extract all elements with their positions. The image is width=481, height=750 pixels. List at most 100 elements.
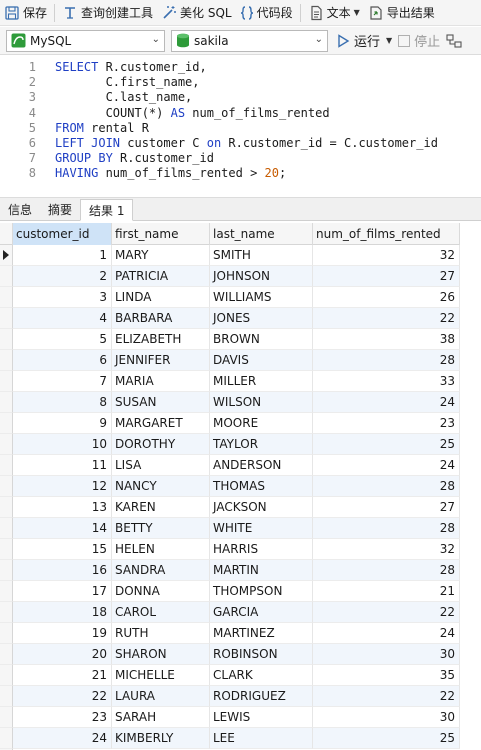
cell-num-of-films-rented[interactable]: 22	[313, 686, 460, 707]
cell-customer-id[interactable]: 16	[13, 560, 112, 581]
table-row[interactable]: 12 NANCY THOMAS 28	[0, 476, 460, 497]
cell-customer-id[interactable]: 22	[13, 686, 112, 707]
row-selector[interactable]	[0, 728, 13, 749]
cell-last-name[interactable]: SMITH	[210, 245, 313, 266]
cell-first-name[interactable]: CAROL	[112, 602, 210, 623]
table-row[interactable]: 20 SHARON ROBINSON 30	[0, 644, 460, 665]
cell-last-name[interactable]: THOMAS	[210, 476, 313, 497]
cell-customer-id[interactable]: 3	[13, 287, 112, 308]
table-row[interactable]: 9 MARGARET MOORE 23	[0, 413, 460, 434]
beautify-sql-button[interactable]: 美化 SQL	[157, 2, 236, 24]
cell-num-of-films-rented[interactable]: 30	[313, 644, 460, 665]
cell-num-of-films-rented[interactable]: 35	[313, 665, 460, 686]
connection-select[interactable]: MySQL ⌄	[6, 29, 165, 52]
cell-last-name[interactable]: JACKSON	[210, 497, 313, 518]
code-line[interactable]: 2 C.first_name,	[0, 75, 481, 90]
row-selector[interactable]	[0, 497, 13, 518]
table-row[interactable]: 8 SUSAN WILSON 24	[0, 392, 460, 413]
row-selector[interactable]	[0, 245, 13, 266]
row-selector[interactable]	[0, 266, 13, 287]
cell-num-of-films-rented[interactable]: 32	[313, 539, 460, 560]
table-row[interactable]: 22 LAURA RODRIGUEZ 22	[0, 686, 460, 707]
cell-num-of-films-rented[interactable]: 22	[313, 602, 460, 623]
row-selector[interactable]	[0, 308, 13, 329]
cell-last-name[interactable]: RODRIGUEZ	[210, 686, 313, 707]
cell-num-of-films-rented[interactable]: 25	[313, 728, 460, 749]
table-row[interactable]: 10 DOROTHY TAYLOR 25	[0, 434, 460, 455]
cell-num-of-films-rented[interactable]: 28	[313, 560, 460, 581]
cell-num-of-films-rented[interactable]: 28	[313, 350, 460, 371]
cell-num-of-films-rented[interactable]: 26	[313, 287, 460, 308]
table-row[interactable]: 2 PATRICIA JOHNSON 27	[0, 266, 460, 287]
row-selector[interactable]	[0, 350, 13, 371]
cell-last-name[interactable]: WHITE	[210, 518, 313, 539]
cell-first-name[interactable]: JENNIFER	[112, 350, 210, 371]
code-line[interactable]: 4 COUNT(*) AS num_of_films_rented	[0, 106, 481, 121]
cell-first-name[interactable]: PATRICIA	[112, 266, 210, 287]
tab-summary[interactable]: 摘要	[40, 198, 80, 220]
table-row[interactable]: 5 ELIZABETH BROWN 38	[0, 329, 460, 350]
cell-last-name[interactable]: MILLER	[210, 371, 313, 392]
cell-last-name[interactable]: TAYLOR	[210, 434, 313, 455]
row-selector[interactable]	[0, 455, 13, 476]
cell-num-of-films-rented[interactable]: 32	[313, 245, 460, 266]
row-selector[interactable]	[0, 644, 13, 665]
cell-num-of-films-rented[interactable]: 30	[313, 707, 460, 728]
table-row[interactable]: 14 BETTY WHITE 28	[0, 518, 460, 539]
cell-first-name[interactable]: LAURA	[112, 686, 210, 707]
table-row[interactable]: 15 HELEN HARRIS 32	[0, 539, 460, 560]
cell-first-name[interactable]: BETTY	[112, 518, 210, 539]
cell-first-name[interactable]: MARIA	[112, 371, 210, 392]
table-row[interactable]: 6 JENNIFER DAVIS 28	[0, 350, 460, 371]
cell-num-of-films-rented[interactable]: 38	[313, 329, 460, 350]
cell-first-name[interactable]: LISA	[112, 455, 210, 476]
cell-customer-id[interactable]: 9	[13, 413, 112, 434]
cell-first-name[interactable]: SUSAN	[112, 392, 210, 413]
cell-num-of-films-rented[interactable]: 23	[313, 413, 460, 434]
row-selector[interactable]	[0, 287, 13, 308]
query-builder-button[interactable]: 查询创建工具	[58, 2, 157, 24]
cell-customer-id[interactable]: 23	[13, 707, 112, 728]
cell-last-name[interactable]: BROWN	[210, 329, 313, 350]
cell-first-name[interactable]: DONNA	[112, 581, 210, 602]
cell-num-of-films-rented[interactable]: 24	[313, 623, 460, 644]
column-header-num-of-films-rented[interactable]: num_of_films_rented	[313, 223, 460, 245]
cell-last-name[interactable]: MOORE	[210, 413, 313, 434]
table-row[interactable]: 18 CAROL GARCIA 22	[0, 602, 460, 623]
row-selector[interactable]	[0, 518, 13, 539]
cell-customer-id[interactable]: 4	[13, 308, 112, 329]
tab-info[interactable]: 信息	[0, 198, 40, 220]
cell-customer-id[interactable]: 17	[13, 581, 112, 602]
cell-first-name[interactable]: HELEN	[112, 539, 210, 560]
result-grid[interactable]: customer_id first_name last_name num_of_fil…	[0, 223, 481, 750]
cell-first-name[interactable]: LINDA	[112, 287, 210, 308]
cell-last-name[interactable]: DAVIS	[210, 350, 313, 371]
table-row[interactable]: 23 SARAH LEWIS 30	[0, 707, 460, 728]
table-row[interactable]: 11 LISA ANDERSON 24	[0, 455, 460, 476]
cell-num-of-films-rented[interactable]: 33	[313, 371, 460, 392]
tab-result-1[interactable]: 结果 1	[80, 199, 134, 221]
cell-first-name[interactable]: SHARON	[112, 644, 210, 665]
row-selector[interactable]	[0, 434, 13, 455]
cell-last-name[interactable]: ROBINSON	[210, 644, 313, 665]
cell-first-name[interactable]: KAREN	[112, 497, 210, 518]
row-selector[interactable]	[0, 539, 13, 560]
cell-last-name[interactable]: THOMPSON	[210, 581, 313, 602]
cell-customer-id[interactable]: 11	[13, 455, 112, 476]
row-selector[interactable]	[0, 392, 13, 413]
cell-first-name[interactable]: RUTH	[112, 623, 210, 644]
table-row[interactable]: 4 BARBARA JONES 22	[0, 308, 460, 329]
table-row[interactable]: 7 MARIA MILLER 33	[0, 371, 460, 392]
row-selector[interactable]	[0, 371, 13, 392]
cell-last-name[interactable]: JOHNSON	[210, 266, 313, 287]
chevron-down-icon[interactable]: ▼	[386, 36, 392, 45]
cell-last-name[interactable]: JONES	[210, 308, 313, 329]
code-line[interactable]: 6 LEFT JOIN customer C on R.customer_id =…	[0, 136, 481, 151]
row-selector[interactable]	[0, 476, 13, 497]
cell-num-of-films-rented[interactable]: 24	[313, 392, 460, 413]
table-row[interactable]: 13 KAREN JACKSON 27	[0, 497, 460, 518]
cell-customer-id[interactable]: 21	[13, 665, 112, 686]
code-line[interactable]: 7 GROUP BY R.customer_id	[0, 151, 481, 166]
text-button[interactable]: 文本 ▼	[304, 2, 364, 24]
table-row[interactable]: 3 LINDA WILLIAMS 26	[0, 287, 460, 308]
